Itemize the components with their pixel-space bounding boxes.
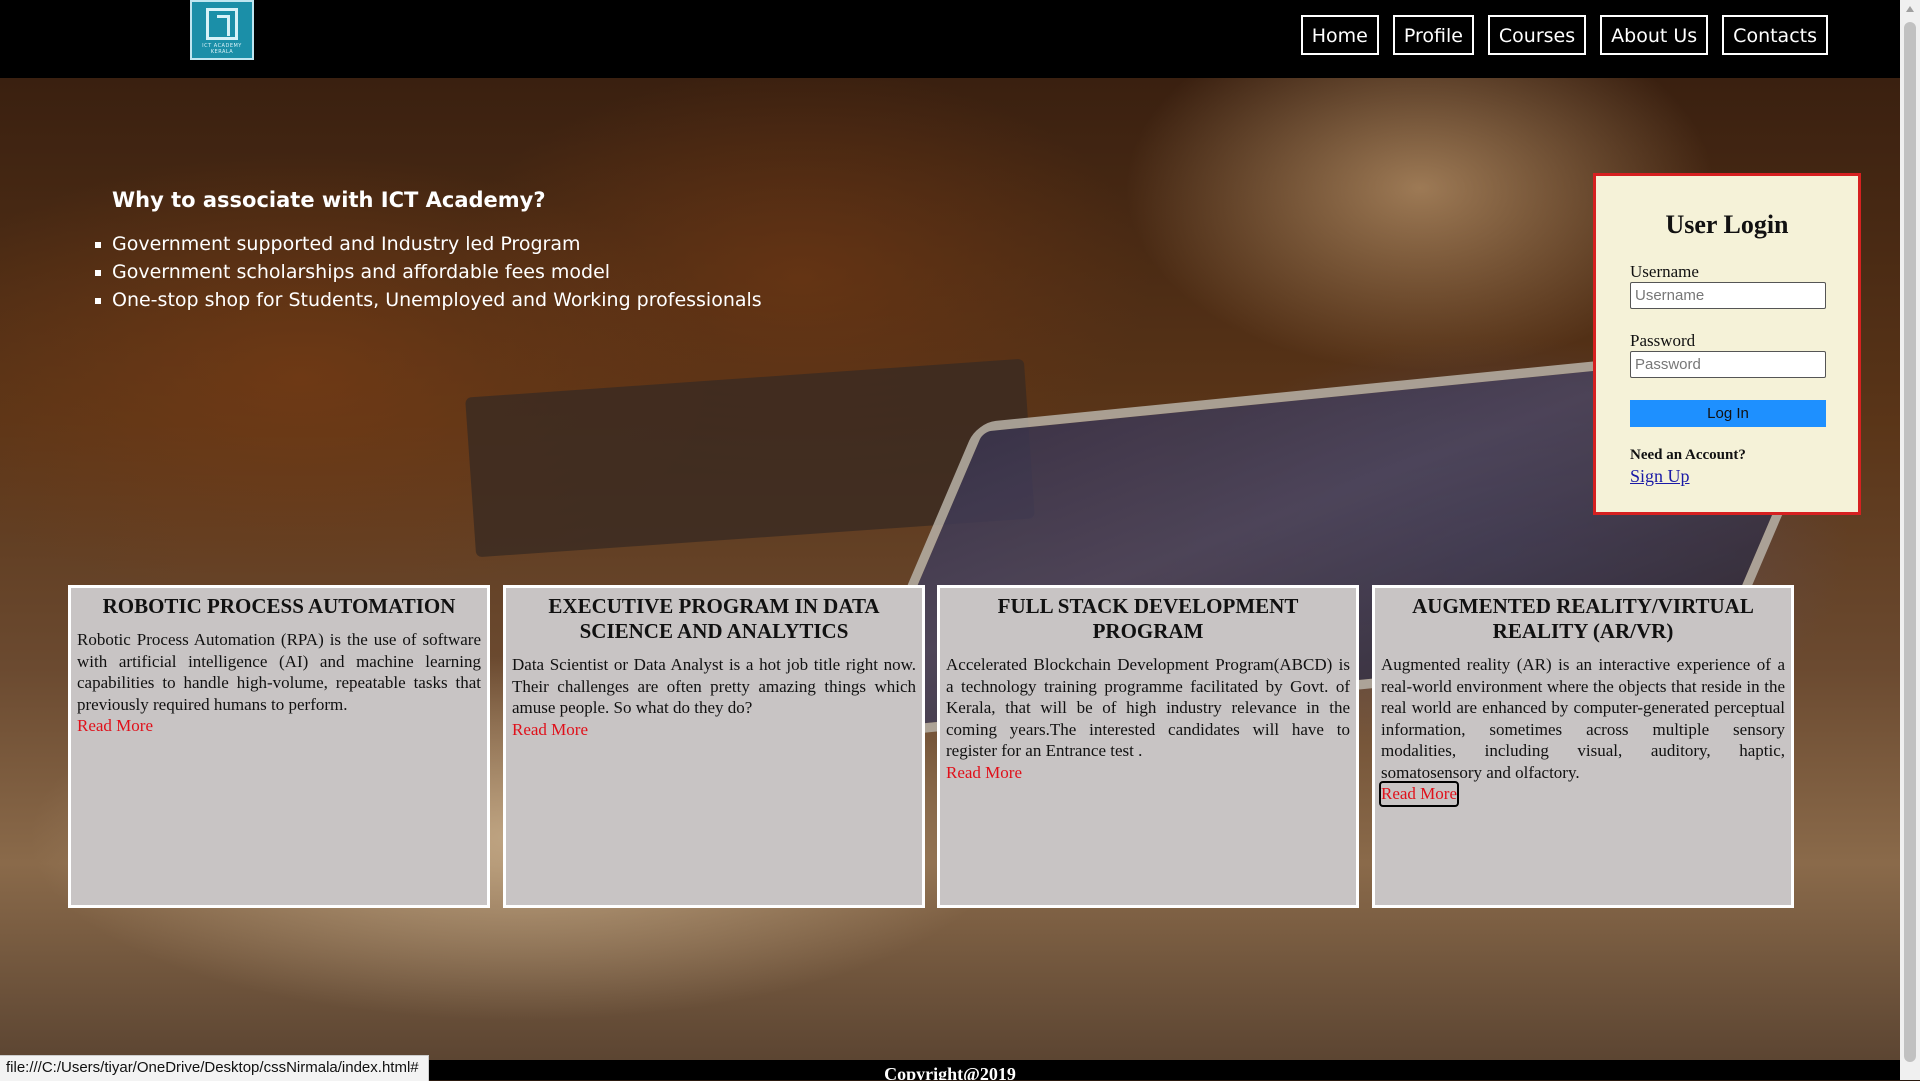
intro-point: One-stop shop for Students, Unemployed a…	[95, 286, 762, 314]
login-panel: User Login Username Password Log In Need…	[1593, 173, 1861, 515]
read-more-link[interactable]: Read More	[512, 719, 588, 741]
need-account-text: Need an Account?	[1630, 447, 1746, 463]
password-label: Password	[1630, 331, 1696, 350]
card-text: Robotic Process Automation (RPA) is the …	[77, 630, 481, 714]
nav-home[interactable]: Home	[1300, 15, 1379, 55]
course-card-full-stack: FULL STACK DEVELOPMENT PROGRAM Accelerat…	[937, 585, 1359, 908]
main-nav: Home Profile Courses About Us Contacts	[1300, 15, 1828, 55]
card-title: FULL STACK DEVELOPMENT PROGRAM	[997, 594, 1299, 643]
course-card-ar-vr: AUGMENTED REALITY/VIRTUAL REALITY (AR/VR…	[1372, 585, 1794, 908]
copyright-text: Copyright@2019	[884, 1064, 1016, 1080]
card-text: Data Scientist or Data Analyst is a hot …	[512, 655, 916, 717]
read-more-link[interactable]: Read More	[946, 762, 1022, 784]
card-title: AUGMENTED REALITY/VIRTUAL REALITY (AR/VR…	[1412, 594, 1754, 643]
card-text: Accelerated Blockchain Development Progr…	[946, 655, 1350, 760]
card-title: ROBOTIC PROCESS AUTOMATION	[102, 594, 456, 618]
header-bar: ICT ACADEMY KERALA Home Profile Courses …	[0, 0, 1900, 78]
username-input[interactable]	[1630, 282, 1826, 309]
course-card-rpa: ROBOTIC PROCESS AUTOMATION Robotic Proce…	[68, 585, 490, 908]
intro-list: Government supported and Industry led Pr…	[95, 230, 762, 314]
login-title: User Login	[1665, 210, 1789, 239]
scroll-up-arrow-icon[interactable]	[1906, 6, 1914, 12]
read-more-link[interactable]: Read More	[1378, 781, 1460, 807]
login-button[interactable]: Log In	[1630, 400, 1826, 427]
status-bar-url: file:///C:/Users/tiyar/OneDrive/Desktop/…	[0, 1055, 429, 1081]
vertical-scrollbar[interactable]	[1900, 0, 1920, 1080]
read-more-link[interactable]: Read More	[77, 715, 153, 737]
logo-text: ICT ACADEMY KERALA	[202, 43, 242, 55]
course-card-data-science: EXECUTIVE PROGRAM IN DATA SCIENCE AND AN…	[503, 585, 925, 908]
intro-section: Why to associate with ICT Academy? Gover…	[95, 188, 762, 314]
card-text: Augmented reality (AR) is an interactive…	[1381, 655, 1785, 782]
username-label: Username	[1630, 262, 1699, 281]
ict-academy-logo[interactable]: ICT ACADEMY KERALA	[190, 0, 254, 60]
intro-point: Government scholarships and affordable f…	[95, 258, 762, 286]
signup-link[interactable]: Sign Up	[1630, 466, 1690, 487]
intro-title: Why to associate with ICT Academy?	[112, 188, 546, 212]
nav-contacts[interactable]: Contacts	[1722, 15, 1828, 55]
card-title: EXECUTIVE PROGRAM IN DATA SCIENCE AND AN…	[548, 594, 880, 643]
logo-icon	[206, 8, 238, 40]
nav-courses[interactable]: Courses	[1487, 15, 1587, 55]
intro-point: Government supported and Industry led Pr…	[95, 230, 762, 258]
nav-about-us[interactable]: About Us	[1600, 15, 1709, 55]
nav-profile[interactable]: Profile	[1392, 15, 1474, 55]
scroll-thumb[interactable]	[1904, 22, 1916, 1062]
password-input[interactable]	[1630, 351, 1826, 378]
